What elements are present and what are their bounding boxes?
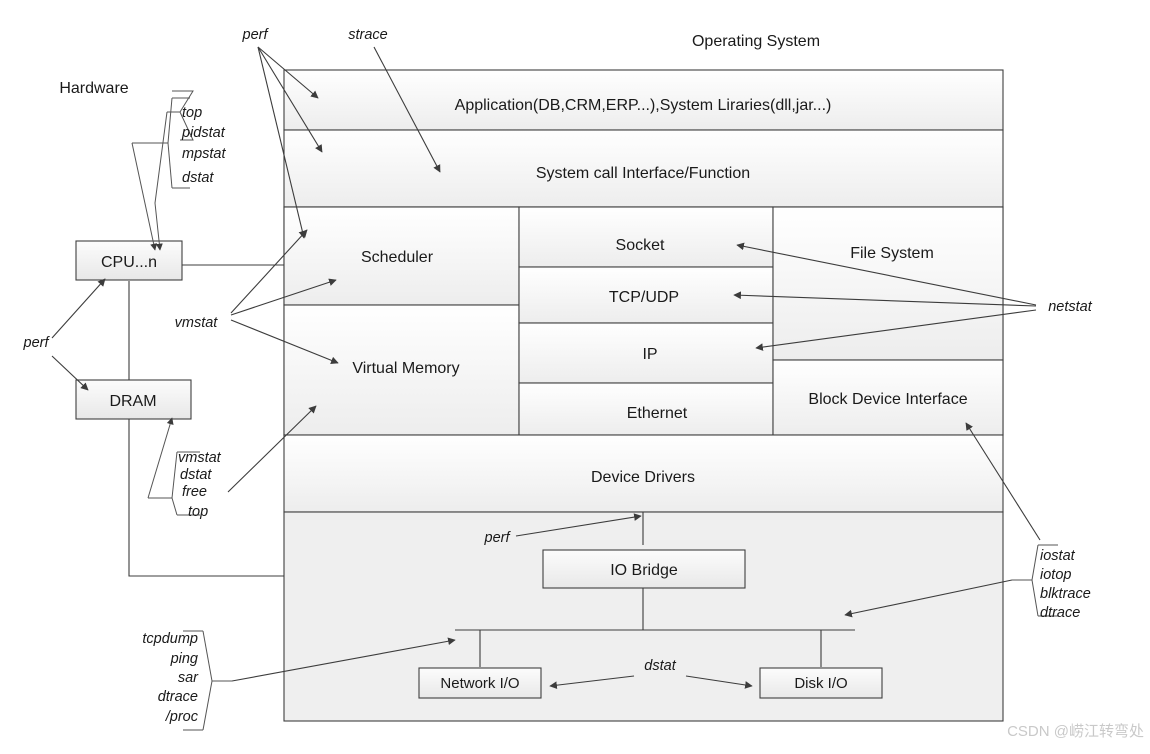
tool-label-iostat-dtrace: dtrace xyxy=(1040,605,1080,621)
cell-ip-label: IP xyxy=(642,346,657,363)
block-network-io-label: Network I/O xyxy=(440,675,519,692)
tool-label-vmstat: vmstat xyxy=(175,315,219,331)
cell-socket-label: Socket xyxy=(616,237,665,254)
tool-label-dram-free: free xyxy=(182,484,207,500)
cell-block-device-interface-label: Block Device Interface xyxy=(808,391,967,408)
tool-label-dram-dstat: dstat xyxy=(180,467,212,483)
tool-label-blktrace: blktrace xyxy=(1040,586,1091,602)
cell-scheduler-label: Scheduler xyxy=(361,249,434,266)
operating-system-title: Operating System xyxy=(692,33,820,50)
layer-application-label: Application(DB,CRM,ERP...),System Lirari… xyxy=(455,97,832,114)
tool-label-cpu-top: top xyxy=(182,105,202,121)
tool-label-perf-bridge: perf xyxy=(484,530,512,546)
layer-device-drivers-label: Device Drivers xyxy=(591,469,695,486)
tool-label-dstat-io: dstat xyxy=(644,658,676,674)
cpu-tool-group: top pidstat mpstat dstat xyxy=(154,90,226,251)
tool-label-sar: sar xyxy=(178,670,199,686)
watermark-text: CSDN @崂江转弯处 xyxy=(1007,723,1144,740)
block-io-bridge-label: IO Bridge xyxy=(610,562,678,579)
tool-label-cpu-mpstat: mpstat xyxy=(182,146,226,162)
tool-label-iostat: iostat xyxy=(1040,548,1076,564)
hardware-region: CPU...n DRAM xyxy=(75,240,284,577)
tool-label-iotop: iotop xyxy=(1040,567,1071,583)
tool-label-dram-vmstat: vmstat xyxy=(178,450,222,466)
cell-ethernet-label: Ethernet xyxy=(627,405,688,422)
layer-syscall-label: System call Interface/Function xyxy=(536,165,750,182)
tool-label-cpu-dstat: dstat xyxy=(182,170,214,186)
hardware-title: Hardware xyxy=(59,80,128,97)
tool-label-netstat: netstat xyxy=(1048,299,1092,315)
tool-label-perf-left: perf xyxy=(23,335,51,351)
tool-label-dram-top: top xyxy=(188,504,208,520)
tool-label-proc: /proc xyxy=(165,709,199,725)
block-dram-label: DRAM xyxy=(109,393,156,410)
cell-virtual-memory-label: Virtual Memory xyxy=(352,360,459,377)
block-cpu-label: CPU...n xyxy=(101,254,157,271)
tool-label-ping: ping xyxy=(170,651,198,667)
cell-tcp-udp-label: TCP/UDP xyxy=(609,289,679,306)
system-performance-tools-diagram: Application(DB,CRM,ERP...),System Lirari… xyxy=(23,27,1145,740)
tool-label-tcpdump-dtrace: dtrace xyxy=(158,689,198,705)
tool-label-tcpdump: tcpdump xyxy=(142,631,198,647)
tool-label-cpu-pidstat: pidstat xyxy=(181,125,226,141)
perf-left-arrows xyxy=(51,278,106,391)
cell-file-system-label: File System xyxy=(850,245,934,262)
tool-label-strace: strace xyxy=(348,27,388,43)
block-disk-io-label: Disk I/O xyxy=(794,675,847,692)
tool-label-perf-top: perf xyxy=(242,27,270,43)
diagram-canvas: Application(DB,CRM,ERP...),System Lirari… xyxy=(0,0,1150,754)
cell-file-system xyxy=(772,206,1004,361)
